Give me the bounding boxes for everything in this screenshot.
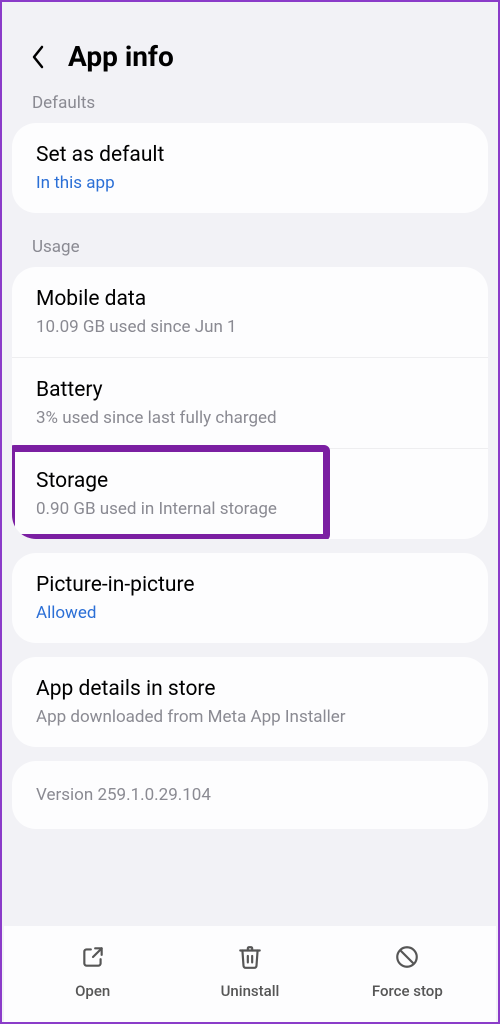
header: App info	[2, 2, 498, 91]
item-subtitle: Allowed	[36, 603, 464, 623]
bottom-bar: Open Uninstall Force stop	[4, 926, 496, 1022]
card-defaults: Set as default In this app	[12, 123, 488, 213]
open-button[interactable]: Open	[14, 944, 171, 1000]
card-version: Version 259.1.0.29.104	[12, 761, 488, 829]
item-pip[interactable]: Picture-in-picture Allowed	[12, 553, 488, 643]
item-battery[interactable]: Battery 3% used since last fully charged	[12, 358, 488, 449]
item-set-default[interactable]: Set as default In this app	[12, 123, 488, 213]
item-app-details[interactable]: App details in store App downloaded from…	[12, 657, 488, 747]
section-label-defaults: Defaults	[2, 91, 498, 123]
item-subtitle: 0.90 GB used in Internal storage	[36, 499, 464, 519]
back-icon[interactable]	[26, 45, 50, 69]
force-stop-label: Force stop	[372, 982, 443, 1000]
section-label-usage: Usage	[2, 227, 498, 267]
item-title: App details in store	[36, 677, 464, 701]
uninstall-button[interactable]: Uninstall	[171, 944, 328, 1000]
uninstall-label: Uninstall	[221, 982, 280, 1000]
page-title: App info	[68, 40, 174, 73]
item-subtitle: 10.09 GB used since Jun 1	[36, 317, 464, 337]
version-text: Version 259.1.0.29.104	[36, 785, 464, 805]
item-title: Set as default	[36, 143, 464, 167]
card-pip: Picture-in-picture Allowed	[12, 553, 488, 643]
trash-icon	[237, 944, 263, 974]
stop-icon	[394, 944, 420, 974]
item-title: Battery	[36, 378, 464, 402]
item-title: Storage	[36, 469, 464, 493]
card-usage: Mobile data 10.09 GB used since Jun 1 Ba…	[12, 267, 488, 539]
card-app-details: App details in store App downloaded from…	[12, 657, 488, 747]
item-subtitle: App downloaded from Meta App Installer	[36, 707, 464, 727]
force-stop-button[interactable]: Force stop	[329, 944, 486, 1000]
item-title: Picture-in-picture	[36, 573, 464, 597]
item-mobile-data[interactable]: Mobile data 10.09 GB used since Jun 1	[12, 267, 488, 358]
open-label: Open	[75, 982, 110, 1000]
open-icon	[80, 944, 106, 974]
item-title: Mobile data	[36, 287, 464, 311]
item-subtitle: 3% used since last fully charged	[36, 408, 464, 428]
item-storage[interactable]: Storage 0.90 GB used in Internal storage	[12, 449, 488, 539]
item-subtitle: In this app	[36, 173, 464, 193]
